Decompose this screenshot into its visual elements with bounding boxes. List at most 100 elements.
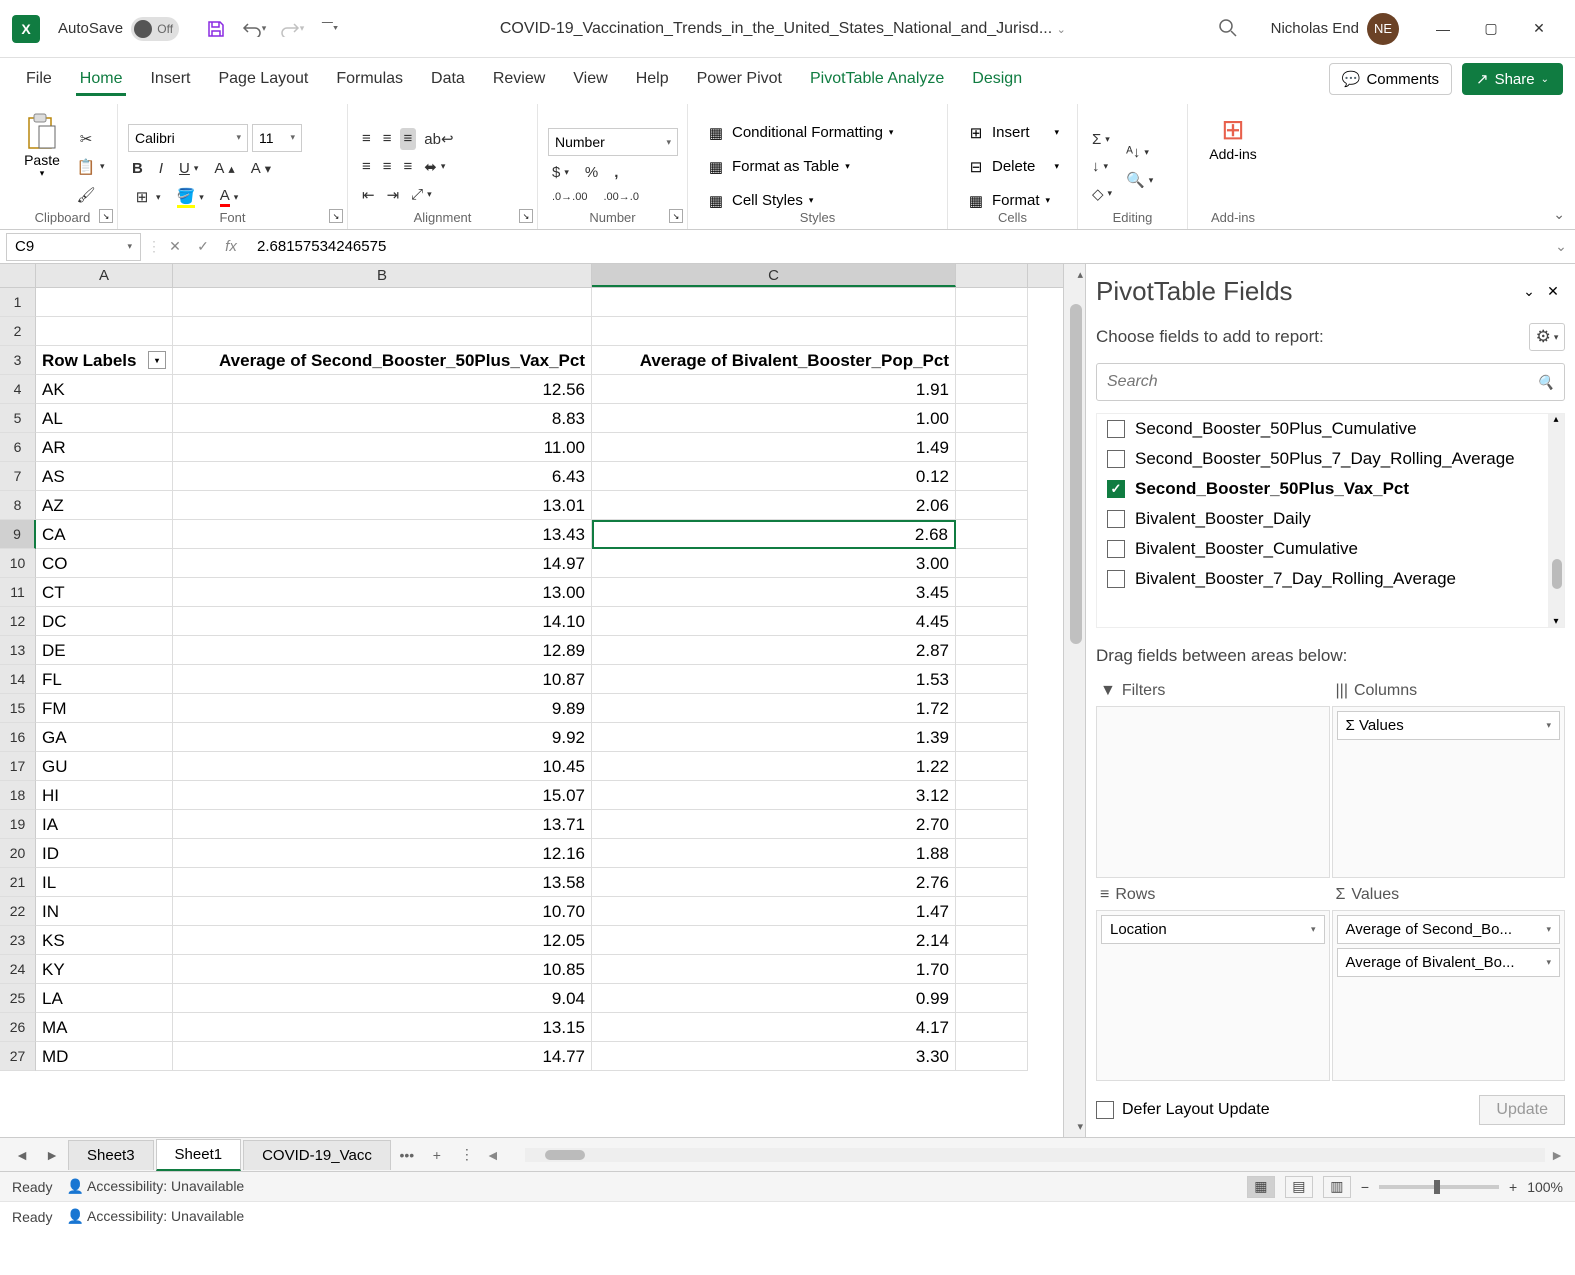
col-header-a[interactable]: A xyxy=(36,264,173,287)
autosave-switch[interactable]: Off xyxy=(131,17,179,41)
row-header[interactable]: 27 xyxy=(0,1042,36,1071)
zoom-in-button[interactable]: + xyxy=(1509,1179,1517,1195)
insert-cells-button[interactable]: ⊞Insert ▾ xyxy=(958,119,1067,147)
alignment-launcher[interactable]: ↘ xyxy=(519,209,533,223)
cell[interactable] xyxy=(592,317,956,346)
tab-power-pivot[interactable]: Power Pivot xyxy=(683,62,796,96)
search-icon[interactable] xyxy=(1217,17,1241,41)
cell[interactable]: 1.39 xyxy=(592,723,956,752)
row-header[interactable]: 10 xyxy=(0,549,36,578)
pivot-row-labels-header[interactable]: Row Labels▾ xyxy=(36,346,173,375)
name-box[interactable]: C9▾ xyxy=(6,233,141,261)
tab-insert[interactable]: Insert xyxy=(136,62,204,96)
scroll-thumb[interactable] xyxy=(1070,304,1082,644)
cell[interactable]: GU xyxy=(36,752,173,781)
columns-area-item[interactable]: Σ Values▾ xyxy=(1337,711,1561,740)
cell[interactable] xyxy=(36,317,173,346)
field-list-item[interactable]: ✓Second_Booster_50Plus_Vax_Pct xyxy=(1097,474,1564,504)
row-header[interactable]: 26 xyxy=(0,1013,36,1042)
font-color-button[interactable]: A▾ xyxy=(216,185,243,210)
field-list-scrollbar[interactable]: ▴▾ xyxy=(1548,414,1564,627)
accounting-button[interactable]: $▾ xyxy=(548,162,573,183)
percent-button[interactable]: % xyxy=(581,162,602,183)
cell[interactable]: 1.49 xyxy=(592,433,956,462)
sheet-tab[interactable]: Sheet3 xyxy=(68,1140,154,1170)
document-title[interactable]: COVID-19_Vaccination_Trends_in_the_Unite… xyxy=(369,20,1197,38)
delete-cells-button[interactable]: ⊟Delete ▾ xyxy=(958,153,1067,181)
row-header[interactable]: 3 xyxy=(0,346,36,375)
row-header[interactable]: 1 xyxy=(0,288,36,317)
borders-button[interactable]: ⊞▾ xyxy=(128,185,165,210)
filter-dropdown-icon[interactable]: ▾ xyxy=(148,351,166,369)
align-top-button[interactable]: ≡ xyxy=(358,128,375,150)
font-size-select[interactable]: 11▾ xyxy=(252,124,302,152)
maximize-button[interactable]: ▢ xyxy=(1467,9,1515,49)
accessibility-status[interactable]: 👤 Accessibility: Unavailable xyxy=(66,1178,244,1195)
row-header[interactable]: 12 xyxy=(0,607,36,636)
cell[interactable]: FM xyxy=(36,694,173,723)
row-header[interactable]: 7 xyxy=(0,462,36,491)
save-icon[interactable] xyxy=(203,16,229,42)
tab-file[interactable]: File xyxy=(12,62,66,96)
cell[interactable]: 12.05 xyxy=(173,926,592,955)
cell[interactable]: 3.45 xyxy=(592,578,956,607)
qat-customize-icon[interactable]: ⎺▾ xyxy=(317,16,343,42)
cell[interactable]: GA xyxy=(36,723,173,752)
cell[interactable]: 9.89 xyxy=(173,694,592,723)
cell[interactable] xyxy=(956,317,1028,346)
tab-formulas[interactable]: Formulas xyxy=(322,62,417,96)
select-all-corner[interactable] xyxy=(0,264,36,287)
align-center-button[interactable]: ≡ xyxy=(379,156,396,178)
cell[interactable]: CT xyxy=(36,578,173,607)
sheet-more-icon[interactable]: ••• xyxy=(393,1141,421,1169)
row-header[interactable]: 25 xyxy=(0,984,36,1013)
wrap-text-button[interactable]: ab↩ xyxy=(420,128,457,150)
align-middle-button[interactable]: ≡ xyxy=(379,128,396,150)
cell[interactable] xyxy=(36,288,173,317)
sheet-menu-icon[interactable]: ⋮ xyxy=(453,1141,481,1169)
cell[interactable] xyxy=(956,549,1028,578)
user-name[interactable]: Nicholas End xyxy=(1271,20,1359,37)
cell[interactable]: 9.92 xyxy=(173,723,592,752)
cell[interactable]: 1.70 xyxy=(592,955,956,984)
pane-close-icon[interactable]: ✕ xyxy=(1541,280,1565,304)
decrease-font-button[interactable]: A▾ xyxy=(247,158,275,179)
cell[interactable]: 10.87 xyxy=(173,665,592,694)
cancel-formula-icon[interactable]: ✕ xyxy=(161,233,189,261)
expand-formula-bar-icon[interactable]: ⌄ xyxy=(1547,233,1575,261)
cell[interactable]: 13.43 xyxy=(173,520,592,549)
row-header[interactable]: 5 xyxy=(0,404,36,433)
row-header[interactable]: 4 xyxy=(0,375,36,404)
field-list-item[interactable]: Second_Booster_50Plus_Cumulative xyxy=(1097,414,1564,444)
cell[interactable] xyxy=(956,926,1028,955)
clipboard-launcher[interactable]: ↘ xyxy=(99,209,113,223)
share-button[interactable]: ↗Share⌄ xyxy=(1462,63,1563,95)
cell[interactable]: 1.72 xyxy=(592,694,956,723)
new-sheet-button[interactable]: + xyxy=(423,1141,451,1169)
horizontal-scrollbar[interactable] xyxy=(525,1148,1545,1162)
row-header[interactable]: 17 xyxy=(0,752,36,781)
zoom-out-button[interactable]: − xyxy=(1361,1179,1369,1195)
cell[interactable] xyxy=(173,317,592,346)
addins-button[interactable]: ⊞ Add-ins xyxy=(1205,108,1260,225)
cell[interactable]: 3.00 xyxy=(592,549,956,578)
cell[interactable]: 1.22 xyxy=(592,752,956,781)
row-header[interactable]: 8 xyxy=(0,491,36,520)
field-list-item[interactable]: Bivalent_Booster_Cumulative xyxy=(1097,534,1564,564)
sheet-nav-prev[interactable]: ◄ xyxy=(8,1141,36,1169)
cell[interactable] xyxy=(956,433,1028,462)
row-header[interactable]: 13 xyxy=(0,636,36,665)
cell[interactable] xyxy=(956,520,1028,549)
field-checkbox[interactable] xyxy=(1107,540,1125,558)
cell[interactable] xyxy=(956,955,1028,984)
font-launcher[interactable]: ↘ xyxy=(329,209,343,223)
hscroll-left-icon[interactable]: ◄ xyxy=(483,1147,503,1163)
cell[interactable]: AL xyxy=(36,404,173,433)
cell[interactable] xyxy=(956,404,1028,433)
row-header[interactable]: 20 xyxy=(0,839,36,868)
increase-indent-button[interactable]: ⇥ xyxy=(383,184,404,206)
field-checkbox[interactable] xyxy=(1107,420,1125,438)
sheet-tab[interactable]: Sheet1 xyxy=(156,1139,242,1171)
pane-settings-button[interactable]: ⚙▾ xyxy=(1529,323,1565,351)
cell[interactable]: 8.83 xyxy=(173,404,592,433)
